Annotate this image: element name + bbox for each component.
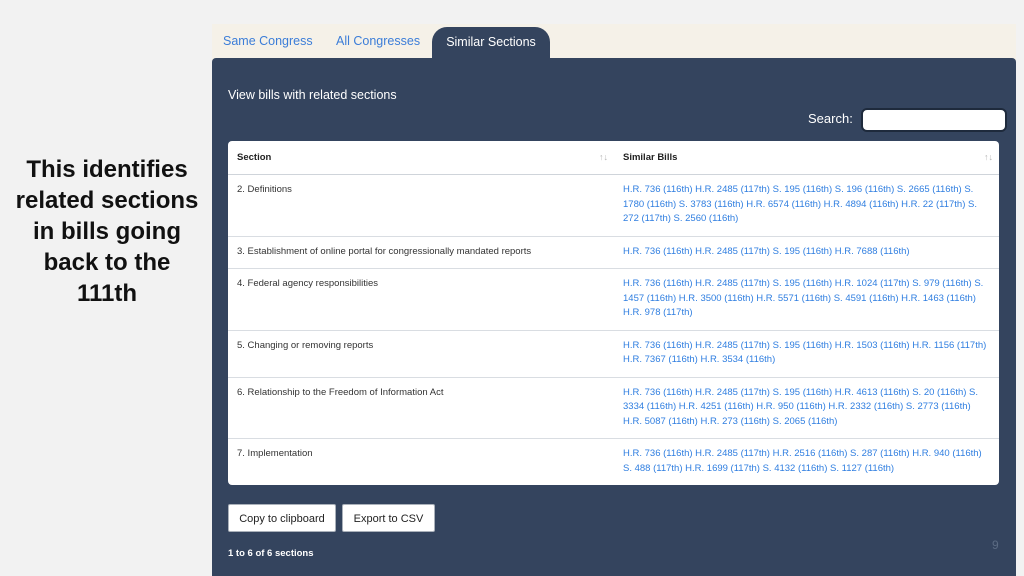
tab-all-congresses[interactable]: All Congresses (336, 34, 420, 48)
slide-caption: This identifies related sections in bill… (15, 156, 199, 307)
panel-heading: View bills with related sections (228, 88, 397, 102)
bill-sections-widget: Same Congress All Congresses Similar Sec… (212, 24, 1016, 576)
similar-bills-links[interactable]: H.R. 736 (116th) H.R. 2485 (117th) S. 19… (614, 268, 999, 330)
slide-page-number: 9 (992, 538, 999, 552)
table-row: 3. Establishment of online portal for co… (228, 235, 999, 269)
search-label: Search: (808, 111, 853, 126)
similar-bills-links[interactable]: H.R. 736 (116th) H.R. 2485 (117th) S. 19… (614, 329, 999, 377)
sections-table: Section ↑↓ Similar Bills ↑↓ 2. Definitio… (228, 141, 999, 485)
table-row: 7. Implementation H.R. 736 (116th) H.R. … (228, 438, 999, 485)
tab-same-congress[interactable]: Same Congress (223, 34, 313, 48)
table-header-row: Section ↑↓ Similar Bills ↑↓ (228, 141, 999, 175)
similar-sections-panel: View bills with related sections Search:… (212, 58, 1016, 576)
table-row: 6. Relationship to the Freedom of Inform… (228, 376, 999, 439)
export-csv-button[interactable]: Export to CSV (342, 504, 435, 532)
section-cell: 7. Implementation (228, 438, 614, 485)
column-header-section[interactable]: Section ↑↓ (228, 141, 614, 175)
section-cell: 6. Relationship to the Freedom of Inform… (228, 376, 614, 439)
tab-bar: Same Congress All Congresses Similar Sec… (212, 24, 1016, 60)
similar-bills-links[interactable]: H.R. 736 (116th) H.R. 2485 (117th) S. 19… (614, 175, 999, 237)
section-cell: 2. Definitions (237, 184, 292, 195)
similar-bills-links[interactable]: H.R. 736 (116th) H.R. 2485 (117th) S. 19… (614, 235, 999, 269)
similar-bills-links[interactable]: H.R. 736 (116th) H.R. 2485 (117th) S. 19… (614, 376, 999, 439)
similar-bills-links[interactable]: H.R. 736 (116th) H.R. 2485 (117th) H.R. … (614, 438, 999, 485)
sort-icon[interactable]: ↑↓ (599, 152, 608, 162)
sort-icon[interactable]: ↑↓ (984, 152, 993, 162)
section-cell: 4. Federal agency responsibilities (228, 268, 614, 330)
column-header-label: Section (237, 152, 272, 163)
column-header-label: Similar Bills (623, 152, 678, 163)
tab-similar-sections[interactable]: Similar Sections (432, 27, 550, 60)
search-input[interactable] (861, 108, 1007, 132)
results-count: 1 to 6 of 6 sections (228, 548, 314, 559)
column-header-similar-bills[interactable]: Similar Bills ↑↓ (614, 141, 999, 175)
section-cell: 3. Establishment of online portal for co… (228, 235, 614, 269)
table-row: 4. Federal agency responsibilities H.R. … (228, 268, 999, 330)
table-row: 2. Definitions H.R. 736 (116th) H.R. 248… (228, 175, 999, 237)
sections-table-card: Section ↑↓ Similar Bills ↑↓ 2. Definitio… (228, 141, 999, 485)
section-cell: 5. Changing or removing reports (228, 329, 614, 377)
table-row: 5. Changing or removing reports H.R. 736… (228, 329, 999, 377)
copy-to-clipboard-button[interactable]: Copy to clipboard (228, 504, 336, 532)
